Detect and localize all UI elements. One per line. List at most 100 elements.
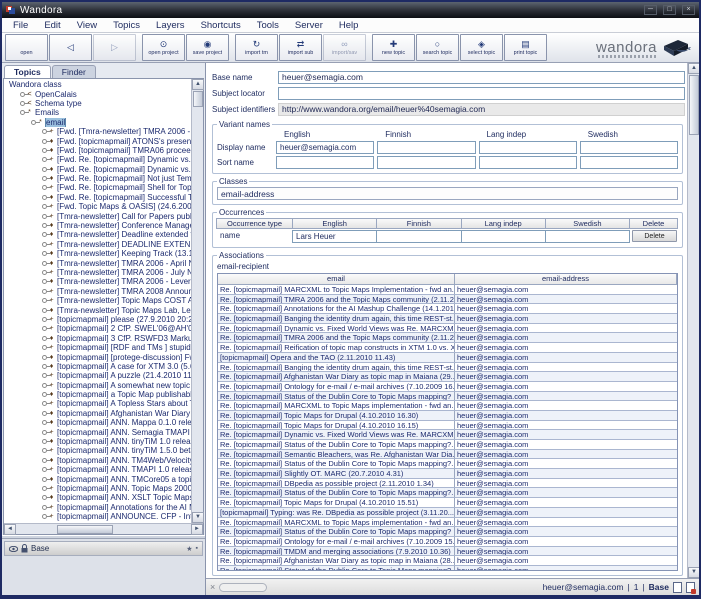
tree-expand-handle-icon[interactable] — [42, 148, 47, 153]
association-row[interactable]: [topicmapmail] Opera and the TAO (2.11.2… — [218, 353, 677, 363]
tree-row[interactable]: +[topicmapmail] A Topless Stars about To… — [6, 399, 191, 408]
association-row[interactable]: Re. [topicmapmail] Status of the Dublin … — [218, 527, 677, 537]
association-email-cell[interactable]: Re. [topicmapmail] Topic Maps for Drupal… — [218, 498, 455, 507]
association-address-cell[interactable]: heuer@semagia.com — [455, 469, 677, 478]
association-row[interactable]: Re. [topicmapmail] Banging the identity … — [218, 314, 677, 324]
menu-view[interactable]: View — [69, 20, 105, 31]
tree-expand-handle-icon[interactable] — [42, 486, 47, 491]
tree-expand-handle-icon[interactable] — [42, 223, 47, 228]
association-address-cell[interactable]: heuer@semagia.com — [455, 547, 677, 556]
association-row[interactable]: Re. [topicmapmail] Ontology for e-mail /… — [218, 382, 677, 392]
association-email-cell[interactable]: Re. [topicmapmail] Slightly OT. MARC (20… — [218, 469, 455, 478]
association-row[interactable]: Re. [topicmapmail] Topic Maps for Drupal… — [218, 411, 677, 421]
occurrence-delete-button[interactable]: Delete — [632, 230, 677, 242]
association-row[interactable]: Re. [topicmapmail] TMRA 2006 and the Top… — [218, 295, 677, 305]
menu-file[interactable]: File — [5, 20, 36, 31]
association-email-cell[interactable]: Re. [topicmapmail] Dynamic vs. Fixed Wor… — [218, 430, 455, 439]
association-row[interactable]: Re. [topicmapmail] Afghanistan War Diary… — [218, 372, 677, 382]
tree-expand-handle-icon[interactable] — [42, 326, 47, 331]
tree-expand-handle-icon[interactable] — [42, 439, 47, 444]
title-bar[interactable]: Wandora ─ □ × — [2, 2, 699, 18]
association-email-cell[interactable]: Re. [topicmapmail] DBpedia as possible p… — [218, 479, 455, 488]
subject-identifiers-value[interactable]: http://www.wandora.org/email/heuer%40sem… — [278, 103, 685, 116]
association-row[interactable]: Re. [topicmapmail] Topic Maps for Drupal… — [218, 421, 677, 431]
association-row[interactable]: Re. [topicmapmail] MARCXML to Topic Maps… — [218, 518, 677, 528]
association-row[interactable]: Re. [topicmapmail] Reification of topic … — [218, 343, 677, 353]
tree-expand-handle-icon[interactable] — [42, 373, 47, 378]
association-row[interactable]: Re. [topicmapmail] MARCXML to Topic Maps… — [218, 285, 677, 295]
association-email-cell[interactable]: Re. [topicmapmail] Status of the Dublin … — [218, 527, 455, 536]
variant-name-input[interactable] — [377, 141, 475, 154]
tree-row[interactable]: ♦[Fwd. Re. [topicmapmail] Dynamic vs. Fi… — [6, 165, 191, 174]
tree-expand-handle-icon[interactable] — [42, 430, 47, 435]
association-address-cell[interactable]: heuer@semagia.com — [455, 343, 677, 352]
close-button[interactable]: × — [682, 5, 695, 15]
class-item[interactable]: email-address — [217, 187, 678, 200]
association-email-cell[interactable]: [topicmapmail] Typing: was Re. DBpedia a… — [218, 508, 455, 517]
tree-row[interactable]: ♦[topicmapmail] ANN. TM4Web/Velocity 0.1… — [6, 456, 191, 465]
association-address-cell[interactable]: heuer@semagia.com — [455, 353, 677, 362]
association-email-cell[interactable]: Re. [topicmapmail] Status of the Dublin … — [218, 566, 455, 570]
tree-scroll-thumb[interactable] — [193, 91, 203, 107]
scroll-up-icon[interactable]: ▲ — [192, 79, 204, 90]
occurrence-value-cell[interactable] — [461, 230, 546, 243]
association-address-cell[interactable]: heuer@semagia.com — [455, 372, 677, 381]
tree-expand-handle-icon[interactable] — [20, 92, 25, 97]
tree-row[interactable]: ♦[Tmra-newsletter] Deadline extended to … — [6, 230, 191, 239]
tree-row[interactable]: +[topicmapmail] [RDF and TMs ] stupid qu… — [6, 343, 191, 352]
association-address-cell[interactable]: heuer@semagia.com — [455, 527, 677, 536]
layer-row-base[interactable]: Base ★ ▪ — [4, 541, 203, 556]
toolbar-back-button[interactable]: ◁ — [49, 34, 92, 61]
variant-name-input[interactable] — [479, 156, 577, 169]
layer-lock-icon[interactable] — [21, 544, 28, 553]
association-row[interactable]: Re. [topicmapmail] Status of the Dublin … — [218, 566, 677, 570]
variant-name-input[interactable] — [479, 141, 577, 154]
association-email-cell[interactable]: Re. [topicmapmail] Status of the Dublin … — [218, 440, 455, 449]
tree-row[interactable]: +[topicmapmail] ANNOUNCE. CFP - Internat… — [6, 512, 191, 521]
tree-expand-handle-icon[interactable] — [42, 185, 47, 190]
layer-star-icon[interactable]: ★ — [186, 545, 192, 553]
association-row[interactable]: Re. [topicmapmail] Status of the Dublin … — [218, 459, 677, 469]
association-address-cell[interactable]: heuer@semagia.com — [455, 401, 677, 410]
tree-expand-handle-icon[interactable] — [42, 467, 47, 472]
association-address-cell[interactable]: heuer@semagia.com — [455, 459, 677, 468]
occurrence-value-cell[interactable] — [376, 230, 461, 243]
tree-expand-handle-icon[interactable] — [42, 279, 47, 284]
tree-expand-handle-icon[interactable] — [20, 101, 25, 106]
tree-expand-handle-icon[interactable] — [42, 495, 47, 500]
association-address-cell[interactable]: heuer@semagia.com — [455, 498, 677, 507]
tree-expand-handle-icon[interactable] — [42, 420, 47, 425]
association-address-cell[interactable]: heuer@semagia.com — [455, 382, 677, 391]
tree-row[interactable]: +[topicmapmail] ANN. tinyTiM 1.5.0 beta … — [6, 446, 191, 455]
variant-name-input[interactable]: heuer@semagia.com — [276, 141, 374, 154]
tree-expand-handle-icon[interactable] — [42, 176, 47, 181]
association-email-cell[interactable]: Re. [topicmapmail] Ontology for e-mail /… — [218, 382, 455, 391]
menu-help[interactable]: Help — [331, 20, 367, 31]
maximize-button[interactable]: □ — [663, 5, 676, 15]
tree-row[interactable]: ♦[topicmapmail] 3 CfP. RSWFD3 Markup an — [6, 334, 191, 343]
association-address-cell[interactable]: heuer@semagia.com — [455, 488, 677, 497]
association-address-cell[interactable]: heuer@semagia.com — [455, 430, 677, 439]
association-email-cell[interactable]: Re. [topicmapmail] Topic Maps for Drupal… — [218, 411, 455, 420]
tree-row[interactable]: +[Fwd. [Tmra-newsletter] TMRA 2006 - May… — [6, 127, 191, 136]
variant-name-input[interactable] — [580, 141, 678, 154]
tree-row[interactable]: ♦[Fwd. [topicmapmail] TMRA06 proceedings — [6, 146, 191, 155]
tree-expand-handle-icon[interactable] — [42, 298, 47, 303]
tree-expand-handle-icon[interactable] — [42, 364, 47, 369]
association-address-cell[interactable]: heuer@semagia.com — [455, 285, 677, 294]
association-row[interactable]: Re. [topicmapmail] MARCXML to Topic Maps… — [218, 401, 677, 411]
tree-expand-handle-icon[interactable] — [42, 214, 47, 219]
tree-row[interactable]: ♦[topicmapmail] ANN. XSLT Topic Maps con — [6, 493, 191, 502]
association-row[interactable]: Re. [topicmapmail] Dynamic vs. Fixed Wor… — [218, 324, 677, 334]
tree-row[interactable]: ♦[topicmapmail] ANN. tinyTiM 1.0 release… — [6, 437, 191, 446]
variant-name-input[interactable] — [580, 156, 678, 169]
association-address-cell[interactable]: heuer@semagia.com — [455, 537, 677, 546]
tree-row[interactable]: ♦[Fwd. Re. [topicmapmail] Successful Top… — [6, 193, 191, 202]
association-email-cell[interactable]: Re. [topicmapmail] Banging the identity … — [218, 314, 455, 323]
tree-row[interactable]: <Schema type — [6, 99, 191, 108]
tree-expand-handle-icon[interactable] — [42, 204, 47, 209]
variant-name-input[interactable] — [377, 156, 475, 169]
scroll-down-icon[interactable]: ▼ — [192, 512, 204, 523]
tree-vertical-scrollbar[interactable]: ▲ ▼ — [191, 79, 203, 523]
association-address-cell[interactable]: heuer@semagia.com — [455, 566, 677, 570]
